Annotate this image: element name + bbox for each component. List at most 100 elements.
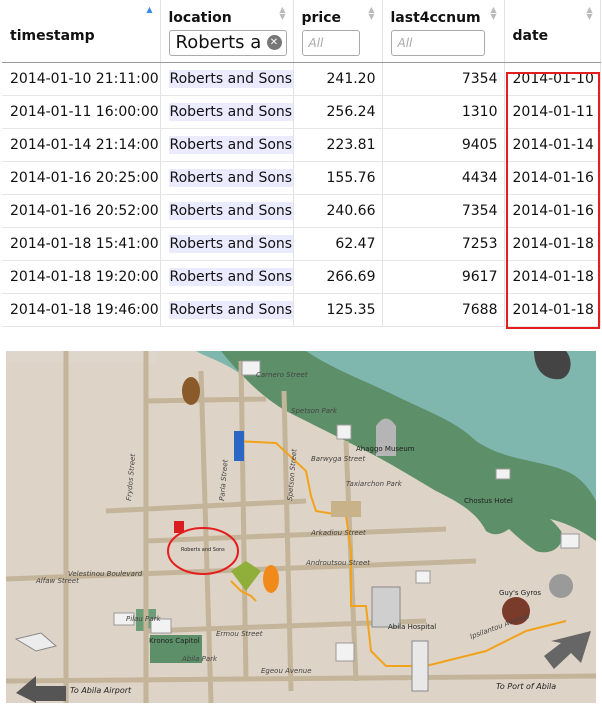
date-value: 2014-01-14 (512, 137, 594, 153)
price-value: 155.76 (326, 170, 376, 186)
place-label: Chostus Hotel (464, 497, 513, 505)
street-label: Ermou Street (216, 630, 263, 638)
top-strip (6, 351, 156, 363)
last4ccnum-filter-input[interactable]: All (390, 30, 485, 56)
place-label: Kronos Capitol (149, 637, 200, 645)
last4ccnum-value: 4434 (461, 170, 498, 186)
building-icon (336, 424, 352, 440)
sort-icon[interactable]: ▲ ▼ (586, 6, 594, 21)
cell-price: 240.66 (293, 194, 383, 228)
sort-icon[interactable]: ▲ (146, 6, 154, 14)
table-row[interactable]: 2014-01-14 21:14:00 Roberts and Sons 223.8… (2, 128, 601, 162)
cell-price: 155.76 (293, 161, 383, 195)
column-header-date[interactable]: date ▲ ▼ (504, 0, 601, 63)
park-label: Spetson Park (291, 407, 338, 415)
airport-label: To Abila Airport (70, 686, 132, 695)
cell-price: 241.20 (293, 62, 383, 96)
filter-placeholder: All (397, 36, 413, 50)
cell-location: Roberts and Sons (160, 227, 294, 261)
abila-map: Alfaw Street Velestinou Boulevard Androu… (5, 351, 597, 704)
location-value: Roberts and Sons (168, 202, 293, 220)
port-label: To Port of Abila (496, 682, 556, 691)
location-filter-input[interactable]: Roberts a ✕ (168, 30, 287, 56)
date-value: 2014-01-18 (512, 236, 594, 252)
street-label: Androutsou Street (305, 559, 370, 567)
tower-icon (234, 431, 244, 461)
table-row[interactable]: 2014-01-16 20:25:00 Roberts and Sons 155.7… (2, 161, 601, 195)
map-svg: Alfaw Street Velestinou Boulevard Androu… (5, 351, 597, 704)
date-value: 2014-01-16 (512, 170, 594, 186)
sort-icon[interactable]: ▲ ▼ (490, 6, 498, 21)
location-value: Roberts and Sons (168, 268, 293, 286)
cell-price: 223.81 (293, 128, 383, 162)
street-label: Carnero Street (256, 371, 308, 379)
cell-location: Roberts and Sons (160, 260, 294, 294)
cell-date: 2014-01-10 (504, 62, 601, 96)
cell-date: 2014-01-16 (504, 161, 601, 195)
street-label: Barwyga Street (311, 455, 365, 463)
cell-timestamp: 2014-01-18 19:20:00 (2, 260, 161, 294)
clear-filter-icon[interactable]: ✕ (266, 35, 282, 50)
table-row[interactable]: 2014-01-18 15:41:00 Roberts and Sons 62.47… (2, 227, 601, 261)
cell-timestamp: 2014-01-11 16:00:00 (2, 95, 161, 129)
hospital-icon (371, 586, 401, 628)
table-row[interactable]: 2014-01-18 19:20:00 Roberts and Sons 266.6… (2, 260, 601, 294)
price-filter-input[interactable]: All (301, 30, 360, 56)
timestamp-value: 2014-01-18 19:20:00 (10, 269, 159, 285)
timestamp-value: 2014-01-16 20:25:00 (10, 170, 159, 186)
last4ccnum-value: 9617 (461, 269, 498, 285)
date-value: 2014-01-18 (512, 302, 594, 318)
last4ccnum-value: 7253 (461, 236, 498, 252)
transactions-table: timestamp ▲ location ▲ ▼ Roberts a ✕ pric… (2, 0, 601, 340)
column-header-last4ccnum[interactable]: last4ccnum ▲ ▼ All (382, 0, 505, 63)
place-label: Ahaggo Museum (356, 445, 415, 453)
cell-date: 2014-01-11 (504, 95, 601, 129)
column-label: last4ccnum (390, 10, 481, 26)
location-value: Roberts and Sons (168, 103, 293, 121)
table-row[interactable]: 2014-01-18 19:46:00 Roberts and Sons 125.3… (2, 293, 601, 327)
kronos-mart-icon (174, 521, 184, 533)
cell-timestamp: 2014-01-10 21:11:00 (2, 62, 161, 96)
timestamp-value: 2014-01-11 16:00:00 (10, 104, 159, 120)
table-row[interactable]: 2014-01-10 21:11:00 Roberts and Sons 241.2… (2, 62, 601, 96)
cell-price: 256.24 (293, 95, 383, 129)
date-value: 2014-01-10 (512, 71, 594, 87)
column-header-price[interactable]: price ▲ ▼ All (293, 0, 383, 63)
cell-price: 62.47 (293, 227, 383, 261)
cell-location: Roberts and Sons (160, 293, 294, 327)
table-row[interactable]: 2014-01-16 20:52:00 Roberts and Sons 240.6… (2, 194, 601, 228)
cell-timestamp: 2014-01-18 19:46:00 (2, 293, 161, 327)
last4ccnum-value: 7354 (461, 203, 498, 219)
timestamp-value: 2014-01-18 15:41:00 (10, 236, 159, 252)
cell-last4ccnum: 9405 (382, 128, 505, 162)
street-label: Velestinou Boulevard (68, 570, 143, 578)
location-value: Roberts and Sons (168, 235, 293, 253)
sort-icon[interactable]: ▲ ▼ (279, 6, 287, 21)
cell-location: Roberts and Sons (160, 95, 294, 129)
cell-date: 2014-01-18 (504, 227, 601, 261)
location-value: Roberts and Sons (168, 70, 293, 88)
place-label-roberts: Roberts and Sons (181, 547, 225, 553)
street-label: Alfaw Street (35, 577, 79, 585)
table-row[interactable]: 2014-01-11 16:00:00 Roberts and Sons 256.2… (2, 95, 601, 129)
timestamp-value: 2014-01-10 21:11:00 (10, 71, 159, 87)
cell-last4ccnum: 4434 (382, 161, 505, 195)
cell-date: 2014-01-18 (504, 260, 601, 294)
cell-date: 2014-01-18 (504, 293, 601, 327)
cell-last4ccnum: 7354 (382, 62, 505, 96)
last4ccnum-value: 7354 (461, 71, 498, 87)
place-label: Guy's Gyros (499, 589, 541, 597)
cell-location: Roberts and Sons (160, 161, 294, 195)
date-value: 2014-01-18 (512, 269, 594, 285)
filter-placeholder: All (308, 36, 324, 50)
cell-last4ccnum: 7688 (382, 293, 505, 327)
flame-icon (263, 565, 279, 593)
column-header-location[interactable]: location ▲ ▼ Roberts a ✕ (160, 0, 294, 63)
column-label: timestamp (10, 28, 95, 44)
column-header-timestamp[interactable]: timestamp ▲ (2, 0, 161, 63)
header-row: timestamp ▲ location ▲ ▼ Roberts a ✕ pric… (2, 0, 601, 63)
cell-location: Roberts and Sons (160, 62, 294, 96)
date-value: 2014-01-16 (512, 203, 594, 219)
sort-icon[interactable]: ▲ ▼ (368, 6, 376, 21)
building-icon (495, 468, 511, 480)
